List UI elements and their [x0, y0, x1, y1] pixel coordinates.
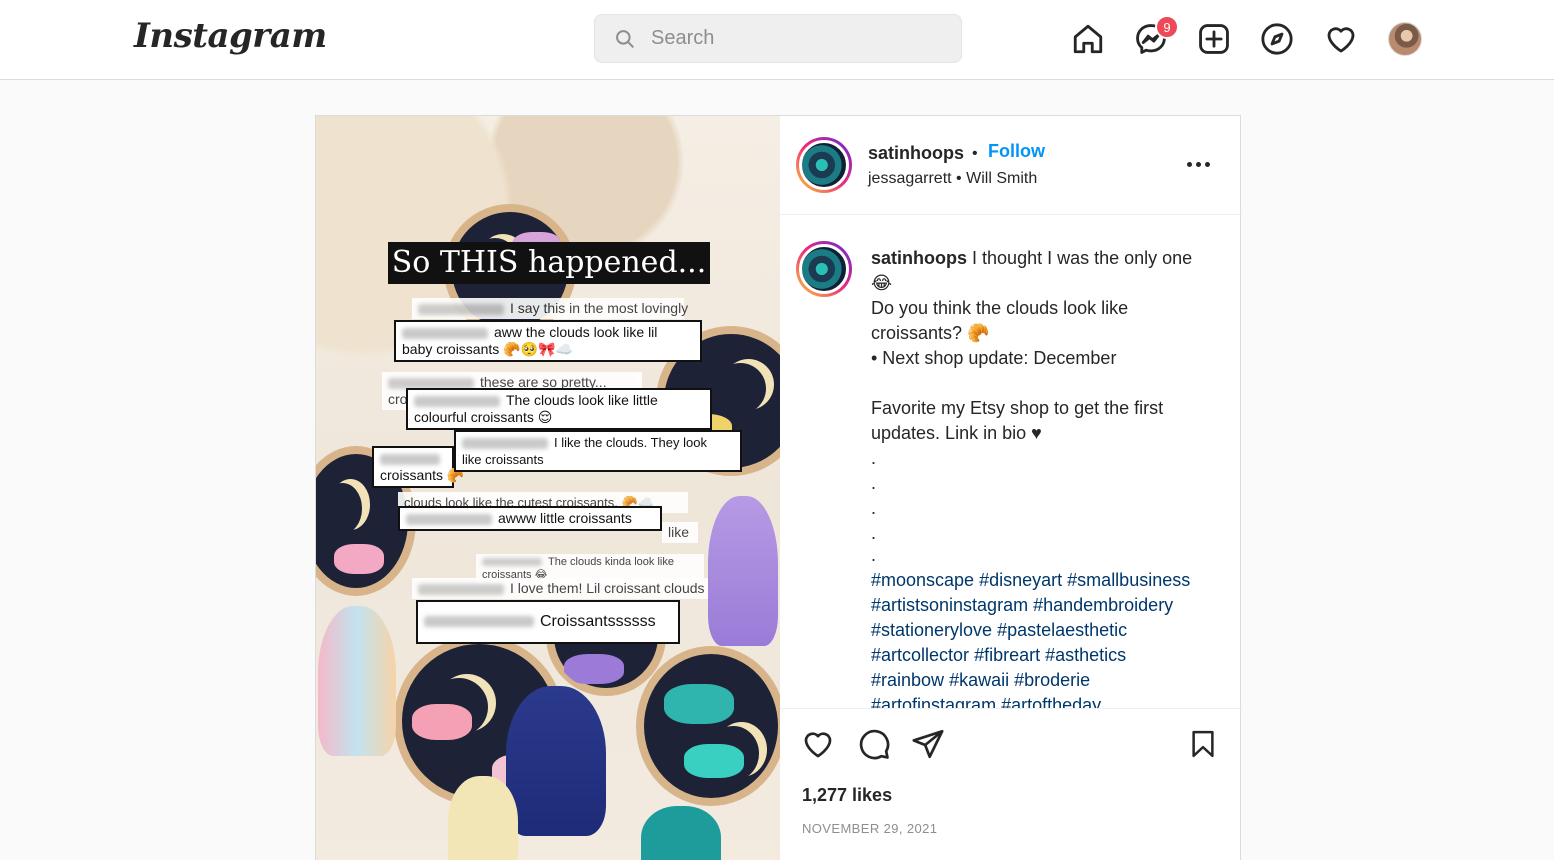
top-nav-bar: Instagram 9	[0, 0, 1554, 80]
media-comment: croissants 🥐	[372, 446, 464, 488]
tassel-image	[448, 776, 518, 860]
caption-line: Favorite my Etsy shop to get the first	[871, 398, 1164, 418]
hashtag-link[interactable]: #pastelaesthetic	[997, 620, 1127, 640]
follow-button[interactable]: Follow	[988, 141, 1045, 162]
instagram-logo[interactable]: Instagram	[134, 16, 327, 56]
caption-line: updates. Link in bio ♥	[871, 423, 1042, 443]
author-avatar[interactable]	[796, 137, 852, 193]
post-card: So THIS happened... I say this in the mo…	[315, 115, 1242, 860]
hashtag-link[interactable]: #asthetics	[1045, 645, 1126, 665]
hashtag-link[interactable]: #kawaii	[949, 670, 1009, 690]
hashtag-link[interactable]: #stationerylove	[871, 620, 992, 640]
post-date[interactable]: NOVEMBER 29, 2021	[802, 821, 937, 836]
tagged-user[interactable]: jessagarrett	[868, 170, 952, 187]
messages-badge: 9	[1155, 15, 1179, 39]
separator-dot: •	[956, 170, 962, 187]
caption-line: 😂	[871, 273, 893, 293]
media-comment: Croissantssssss	[416, 600, 680, 644]
like-heart-icon[interactable]	[800, 726, 836, 762]
media-comment: I say this in the most lovingly	[412, 298, 688, 319]
hashtag-link[interactable]: #moonscape	[871, 570, 974, 590]
share-paper-plane-icon[interactable]	[910, 726, 946, 762]
caption-line: • Next shop update: December	[871, 348, 1117, 368]
post-subline: jessagarrett • Will Smith	[868, 170, 1037, 188]
caption-line: I thought I was the only one	[972, 248, 1193, 268]
post-header: satinhoops • Follow jessagarrett • Will …	[780, 116, 1242, 215]
hashtag-link[interactable]: #fibreart	[974, 645, 1040, 665]
tassel-image	[708, 496, 778, 646]
embroidery-hoop-image	[636, 646, 780, 806]
search-box[interactable]	[594, 14, 962, 63]
comment-icon[interactable]	[856, 726, 892, 762]
audio-link[interactable]: Will Smith	[966, 170, 1037, 187]
hashtag-link[interactable]: #artistsoninstagram	[871, 595, 1028, 615]
save-bookmark-icon[interactable]	[1185, 726, 1221, 762]
hashtag-link[interactable]: #artoftheday	[1001, 695, 1101, 708]
more-options-button[interactable]	[1187, 154, 1213, 174]
media-comment: I like the clouds. They look like croissa…	[454, 430, 742, 472]
media-comment: awww little croissants	[398, 506, 662, 531]
tassel-image	[641, 806, 721, 860]
profile-avatar[interactable]	[1388, 22, 1422, 56]
caption-username[interactable]: satinhoops	[871, 248, 967, 268]
media-comment: like	[662, 522, 698, 543]
search-input[interactable]	[651, 27, 931, 50]
new-post-icon[interactable]	[1197, 22, 1231, 56]
home-icon[interactable]	[1071, 22, 1105, 56]
hashtag-link[interactable]: #disneyart	[979, 570, 1062, 590]
search-icon	[616, 29, 635, 48]
caption-line: .	[871, 473, 877, 493]
caption-line: .	[871, 545, 877, 565]
caption-line: .	[871, 523, 877, 543]
caption-text: satinhoops I thought I was the only one …	[871, 246, 1216, 708]
explore-icon[interactable]	[1260, 22, 1294, 56]
separator-dot: •	[972, 145, 978, 162]
activity-heart-icon[interactable]	[1324, 22, 1358, 56]
hashtag-link[interactable]: #smallbusiness	[1067, 570, 1190, 590]
caption-area: satinhoops I thought I was the only one …	[780, 216, 1242, 708]
hashtag-link[interactable]: #rainbow	[871, 670, 944, 690]
hashtag-link[interactable]: #artcollector	[871, 645, 969, 665]
post-media[interactable]: So THIS happened... I say this in the mo…	[316, 116, 780, 860]
media-comment: aww the clouds look like lil baby croissa…	[394, 320, 702, 362]
caption-line	[871, 371, 1216, 396]
caption-line: .	[871, 448, 877, 468]
likes-count[interactable]: 1,277 likes	[802, 785, 892, 806]
post-actions: 1,277 likes NOVEMBER 29, 2021	[780, 708, 1242, 860]
media-comment: I love them! Lil croissant clouds	[412, 578, 708, 599]
media-comment: The clouds look like little colourful cro…	[406, 388, 712, 430]
tassel-image	[318, 606, 396, 756]
caption-line: croissants? 🥐	[871, 323, 990, 343]
caption-line: Do you think the clouds look like	[871, 298, 1129, 318]
hashtag-link[interactable]: #broderie	[1014, 670, 1090, 690]
author-username[interactable]: satinhoops	[868, 143, 964, 164]
caption-line: .	[871, 498, 877, 518]
hashtag-link[interactable]: #artofinstagram	[871, 695, 996, 708]
media-overlay-title: So THIS happened...	[388, 242, 710, 284]
tassel-image	[506, 686, 606, 836]
hashtag-link[interactable]: #handembroidery	[1033, 595, 1173, 615]
caption-author-avatar[interactable]	[796, 241, 852, 297]
